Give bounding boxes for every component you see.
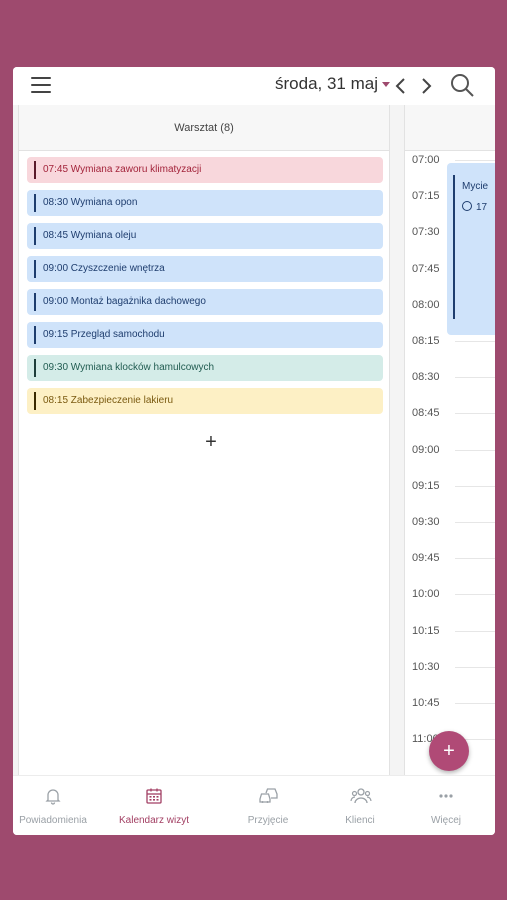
time-label: 10:15 [412, 624, 440, 637]
time-slot-line [455, 485, 495, 487]
clock-icon [462, 201, 472, 211]
appointment-color-bar [34, 194, 36, 212]
appointment-item[interactable]: 09:15 Przegląd samochodu [27, 322, 383, 348]
search-button[interactable] [449, 72, 475, 98]
time-label: 07:45 [412, 262, 440, 275]
time-label: 10:45 [412, 697, 440, 709]
time-label: 08:15 [412, 335, 440, 347]
schedule-column-header [405, 105, 495, 151]
time-label: 07:15 [412, 190, 440, 203]
workshop-column-header: Warsztat (8) [19, 105, 389, 151]
nav-item-calendar[interactable]: Kalendarz wizyt [108, 776, 200, 835]
date-label-text: środa, 31 maj [275, 74, 378, 93]
bottom-navigation: Powiadomienia Kalendarz wizyt Przyjęcie Kli… [13, 775, 495, 835]
nav-item-label: Kalendarz wizyt [118, 815, 190, 826]
nav-item-users[interactable]: Klienci [314, 776, 406, 835]
calendar-content: Warsztat (8) 07:45 Wymiana zaworu klimat… [13, 105, 495, 775]
appointment-label: 09:15 Przegląd samochodu [43, 329, 165, 340]
workshop-column: Warsztat (8) 07:45 Wymiana zaworu klimat… [18, 105, 390, 775]
app-window: środa, 31 maj Warsztat (8) 07:45 Wymiana… [13, 67, 495, 835]
chevron-left-icon [395, 78, 405, 94]
add-visit-fab[interactable]: + [429, 731, 469, 771]
time-slot-line [455, 558, 495, 560]
time-slot-line [455, 449, 495, 451]
top-bar: środa, 31 maj [13, 67, 495, 105]
appointment-item[interactable]: 08:45 Wymiana oleju [27, 223, 383, 249]
appointment-item[interactable]: 07:45 Wymiana zaworu klimatyzacji [27, 157, 383, 183]
nav-item-label: Klienci [345, 815, 375, 826]
time-label: 08:45 [412, 407, 440, 420]
schedule-column: 07:00 07:15 07:30 07:45 08:00 08:15 08:30 08:45… [404, 105, 495, 775]
hamburger-menu-icon[interactable] [31, 75, 53, 95]
time-slot-line [455, 522, 495, 523]
time-label: 07:00 [412, 154, 440, 166]
time-label: 09:30 [412, 516, 440, 528]
next-day-button[interactable] [418, 76, 434, 96]
appointment-color-bar [34, 161, 36, 179]
time-label: 07:30 [412, 226, 440, 239]
add-appointment-button[interactable]: + [199, 430, 223, 454]
appointment-color-bar [34, 392, 36, 410]
users-icon [350, 786, 372, 806]
time-slot-line [455, 666, 495, 668]
appointment-item[interactable]: 09:30 Wymiana klocków hamulcowych [27, 355, 383, 381]
bell-icon [43, 786, 63, 806]
appointment-item[interactable]: 09:00 Czyszczenie wnętrza [27, 256, 383, 282]
more-icon [436, 786, 456, 806]
appointment-label: 08:30 Wymiana opon [43, 197, 138, 208]
event-color-bar [453, 175, 455, 319]
caret-down-icon [382, 82, 390, 88]
time-slot-line [455, 703, 495, 704]
time-label: 09:00 [412, 443, 440, 456]
event-meta-text: 17 [476, 202, 488, 213]
appointment-color-bar [34, 326, 36, 344]
appointment-label: 07:45 Wymiana zaworu klimatyzacji [43, 164, 202, 175]
nav-item-label: Więcej [430, 815, 461, 826]
appointment-color-bar [34, 260, 36, 278]
event-title: Mycie [462, 181, 489, 192]
schedule-event-card[interactable]: Mycie 17 [447, 163, 495, 335]
appointment-label: 09:30 Wymiana klocków hamulcowych [43, 362, 215, 373]
nav-item-bell[interactable]: Powiadomienia [13, 776, 99, 835]
appointment-color-bar [34, 359, 36, 377]
nav-item-label: Przyjęcie [247, 815, 289, 826]
time-slot-line [455, 413, 495, 415]
time-label: 10:00 [412, 588, 440, 601]
appointment-label: 08:15 Zabezpieczenie lakieru [43, 395, 174, 406]
time-slot-line [455, 341, 495, 342]
appointment-item[interactable]: 09:00 Montaż bagażnika dachowego [27, 289, 383, 315]
calendar-icon [144, 786, 164, 806]
search-icon [451, 74, 474, 97]
appointment-label: 09:00 Czyszczenie wnętrza [43, 263, 165, 274]
time-slot-line [455, 160, 495, 161]
cars-icon [258, 786, 278, 806]
appointment-color-bar [34, 293, 36, 311]
nav-item-cars[interactable]: Przyjęcie [222, 776, 314, 835]
nav-item-more[interactable]: Więcej [400, 776, 492, 835]
appointment-color-bar [34, 227, 36, 245]
date-picker[interactable]: środa, 31 maj [275, 74, 390, 94]
appointment-label: 09:00 Montaż bagażnika dachowego [43, 296, 206, 307]
event-meta: 17 [462, 201, 487, 213]
time-slot-line [455, 630, 495, 632]
time-label: 09:15 [412, 479, 440, 492]
time-slot-line [455, 377, 495, 379]
time-slot-line [455, 594, 495, 596]
chevron-right-icon [422, 78, 432, 94]
time-label: 10:30 [412, 660, 440, 673]
appointment-item[interactable]: 08:15 Zabezpieczenie lakieru [27, 388, 383, 414]
time-label: 08:00 [412, 298, 440, 311]
prev-day-button[interactable] [393, 76, 409, 96]
appointment-item[interactable]: 08:30 Wymiana opon [27, 190, 383, 216]
time-label: 08:30 [412, 371, 440, 384]
nav-item-label: Powiadomienia [19, 815, 87, 826]
appointment-label: 08:45 Wymiana oleju [43, 230, 137, 241]
time-label: 09:45 [412, 552, 440, 565]
